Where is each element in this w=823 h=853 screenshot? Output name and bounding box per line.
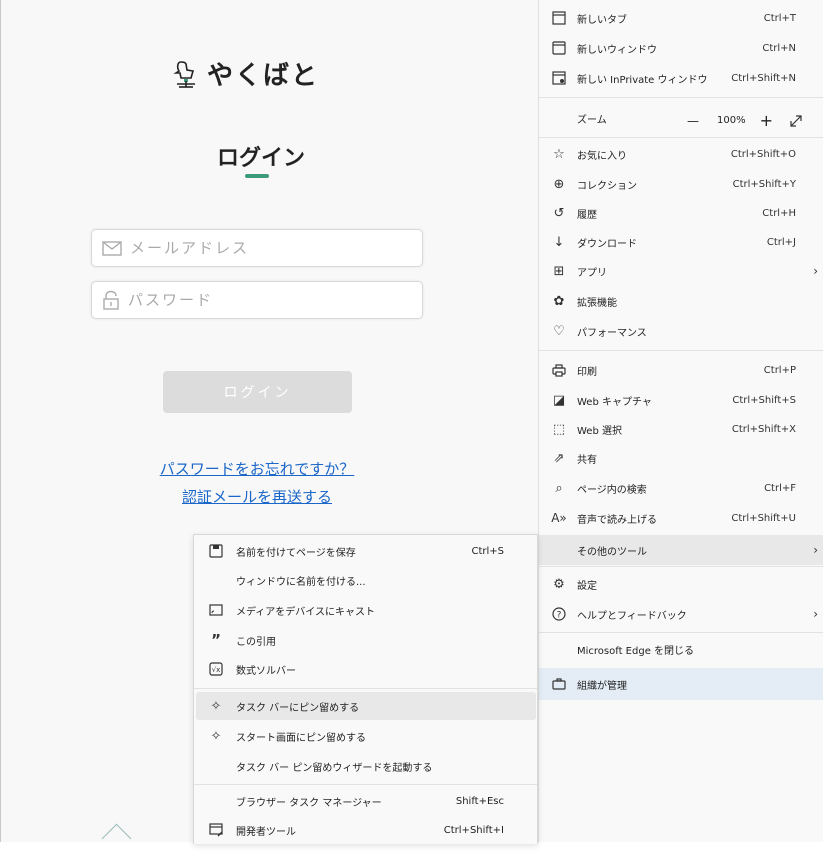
quote-icon: ” [211, 631, 221, 649]
menu-item-zoom: ズーム — 100% + [539, 103, 823, 133]
inprivate-icon [551, 70, 567, 86]
menu-item-favorites[interactable]: ☆ お気に入り Ctrl+Shift+O [539, 139, 823, 169]
pin-icon: ✧ [210, 698, 222, 714]
svg-text:√x: √x [212, 666, 221, 674]
email-input[interactable] [128, 238, 412, 258]
web-capture-icon: ◪ [552, 392, 566, 408]
submenu-item-cite-this[interactable]: ” この引用 [196, 626, 536, 654]
menu-item-extensions[interactable]: ✿ 拡張機能 [539, 286, 823, 316]
chevron-right-icon: › [813, 543, 818, 557]
resend-verification-link[interactable]: 認証メールを再送する [101, 486, 413, 507]
submenu-divider [194, 784, 537, 785]
menu-item-print[interactable]: 印刷 Ctrl+P [539, 355, 823, 385]
svg-text:?: ? [557, 611, 562, 621]
app-logo-text: やくばと [207, 61, 320, 91]
menu-divider [539, 632, 823, 633]
submenu-item-pin-wizard[interactable]: タスク バー ピン留めウィザードを起動する [196, 752, 536, 780]
menu-item-find-on-page[interactable]: ⌕ ページ内の検索 Ctrl+F [539, 473, 823, 503]
collections-icon: ⊕ [553, 176, 565, 192]
menu-item-help-feedback[interactable]: ? ヘルプとフィードバック › [539, 599, 823, 629]
menu-divider [539, 137, 823, 138]
forgot-password-link[interactable]: パスワードをお忘れですか？ [101, 458, 413, 479]
menu-item-new-tab[interactable]: 新しいタブ Ctrl+T [539, 3, 823, 33]
submenu-item-math-solver[interactable]: √x 数式ソルバー [196, 655, 536, 683]
print-icon [551, 362, 567, 378]
menu-item-collections[interactable]: ⊕ コレクション Ctrl+Shift+Y [539, 169, 823, 199]
more-tools-submenu: 名前を付けてページを保存 Ctrl+S ウィンドウに名前を付ける... メディア… [193, 534, 538, 844]
share-icon: ⇗ [553, 450, 565, 466]
submenu-divider [194, 688, 537, 689]
favorites-icon: ☆ [553, 146, 565, 162]
zoom-out-button[interactable]: — [687, 114, 699, 128]
password-field[interactable] [91, 281, 423, 319]
settings-icon: ⚙ [553, 576, 565, 592]
menu-item-apps[interactable]: ⊞ アプリ › [539, 256, 823, 286]
menu-item-share[interactable]: ⇗ 共有 [539, 443, 823, 473]
menu-item-new-window[interactable]: 新しいウィンドウ Ctrl+N [539, 33, 823, 63]
zoom-level: 100% [717, 115, 746, 126]
download-icon: ↓ [553, 234, 565, 250]
cast-icon [208, 602, 224, 618]
mail-icon [102, 240, 122, 256]
zoom-controls: — 100% + [687, 111, 803, 130]
window-icon [551, 40, 567, 56]
math-solver-icon: √x [208, 661, 224, 677]
menu-item-web-select[interactable]: ⬚ Web 選択 Ctrl+Shift+X [539, 414, 823, 444]
menu-item-new-inprivate[interactable]: 新しい InPrivate ウィンドウ Ctrl+Shift+N [539, 63, 823, 93]
chevron-up-icon[interactable] [101, 823, 132, 853]
submenu-item-pin-taskbar[interactable]: ✧ タスク バーにピン留めする [196, 692, 536, 720]
chevron-right-icon: › [813, 264, 818, 278]
password-input[interactable] [126, 290, 410, 310]
extensions-icon: ✿ [553, 293, 565, 309]
page-title: ログイン [216, 146, 305, 171]
zoom-in-button[interactable]: + [760, 111, 773, 130]
title-underline [245, 174, 269, 178]
menu-item-history[interactable]: ↺ 履歴 Ctrl+H [539, 198, 823, 228]
login-button[interactable]: ログイン [163, 371, 352, 413]
browser-menu: 新しいタブ Ctrl+T 新しいウィンドウ Ctrl+N 新しい InPriva… [538, 0, 823, 842]
new-tab-icon [551, 10, 567, 26]
submenu-item-name-window[interactable]: ウィンドウに名前を付ける... [196, 566, 536, 594]
menu-item-settings[interactable]: ⚙ 設定 [539, 569, 823, 599]
pigeon-logo-icon [173, 59, 199, 89]
submenu-item-save-page[interactable]: 名前を付けてページを保存 Ctrl+S [196, 537, 536, 565]
menu-item-downloads[interactable]: ↓ ダウンロード Ctrl+J [539, 227, 823, 257]
menu-item-managed-by-org[interactable]: 組織が管理 [539, 668, 823, 700]
chevron-right-icon: › [813, 607, 818, 621]
app-logo: やくばと [173, 55, 319, 92]
menu-divider [539, 566, 823, 567]
menu-divider [539, 350, 823, 351]
menu-divider [539, 97, 823, 98]
lock-icon [102, 290, 120, 310]
submenu-item-task-manager[interactable]: ブラウザー タスク マネージャー Shift+Esc [196, 787, 536, 815]
performance-icon: ♡ [553, 323, 565, 339]
web-select-icon: ⬚ [552, 421, 566, 437]
email-field[interactable] [91, 229, 423, 267]
menu-item-read-aloud[interactable]: A» 音声で読み上げる Ctrl+Shift+U [539, 503, 823, 533]
save-page-icon [208, 543, 224, 559]
dev-tools-icon [208, 822, 224, 838]
menu-item-close-edge[interactable]: Microsoft Edge を閉じる [539, 634, 823, 664]
apps-icon: ⊞ [553, 263, 565, 279]
submenu-item-dev-tools[interactable]: 開発者ツール Ctrl+Shift+I [196, 816, 536, 844]
fullscreen-icon[interactable] [789, 114, 803, 128]
menu-item-performance[interactable]: ♡ パフォーマンス [539, 316, 823, 346]
find-icon: ⌕ [555, 480, 563, 496]
submenu-item-pin-start[interactable]: ✧ スタート画面にピン留めする [196, 722, 536, 750]
help-icon: ? [551, 606, 567, 622]
submenu-item-cast-media[interactable]: メディアをデバイスにキャスト [196, 596, 536, 624]
briefcase-icon [551, 676, 567, 692]
history-icon: ↺ [553, 205, 565, 221]
menu-item-more-tools[interactable]: その他のツール › [539, 535, 823, 565]
menu-item-web-capture[interactable]: ◪ Web キャプチャ Ctrl+Shift+S [539, 385, 823, 415]
read-aloud-icon: A» [551, 511, 567, 525]
pin-icon: ✧ [210, 728, 222, 744]
